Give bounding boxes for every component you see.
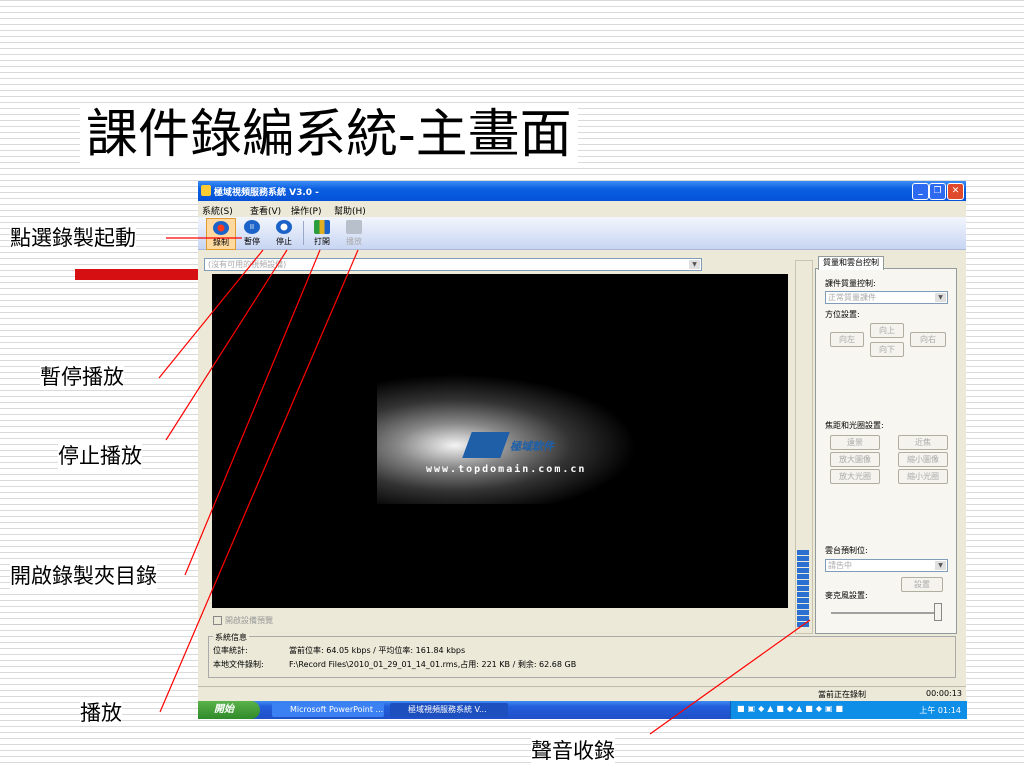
audio-level-segment [797, 580, 809, 585]
iris-up-button[interactable]: 放大光圈 [830, 469, 880, 484]
logo-brand: 極域軟件 [510, 440, 554, 453]
menu-operate[interactable]: 操作(P) [291, 204, 321, 217]
status-timer: 00:00:13 [926, 689, 962, 698]
system-info-group: 系統信息 位率統計: 當前位率: 64.05 kbps / 平均位率: 161.… [208, 632, 956, 678]
callout-stop: 停止播放 [58, 443, 142, 469]
audio-level-segment [797, 598, 809, 603]
focus-label: 焦距和光圈設置: [825, 421, 884, 430]
window-title: 極域視頻服務系統 V3.0 - [214, 188, 319, 198]
menu-system[interactable]: 系統(S) [202, 204, 233, 217]
menu-bar: 系統(S) 查看(V) 操作(P) 幫助(H) [198, 201, 966, 217]
decorative-red-bar [75, 269, 200, 280]
open-folder-button[interactable]: 打開 [308, 218, 336, 248]
bitrate-value: 當前位率: 64.05 kbps / 平均位率: 161.84 kbps [289, 646, 466, 655]
audio-level-segment [797, 610, 809, 615]
start-button[interactable]: 開始 [198, 701, 260, 719]
audio-level-segment [797, 568, 809, 573]
near-button[interactable]: 近焦 [898, 435, 948, 450]
video-source-combo[interactable]: (沒有可用的視頻設備) ▼ [204, 258, 702, 271]
minimize-button[interactable]: _ [912, 183, 929, 200]
callout-audio: 聲音收錄 [531, 738, 615, 764]
quality-combo[interactable]: 正常質量課件 ▼ [825, 291, 948, 304]
audio-level-segment [797, 622, 809, 627]
left-button[interactable]: 向左 [830, 332, 864, 347]
quality-label: 課件質量控制: [825, 279, 876, 288]
app-window: 極域視頻服務系統 V3.0 - _ ❐ ✕ 系統(S) 查看(V) 操作(P) … [198, 181, 966, 701]
preset-label: 雲台預制位: [825, 546, 868, 555]
iris-down-button[interactable]: 縮小光圈 [898, 469, 948, 484]
clock: 上午 01:14 [919, 706, 961, 715]
tray-icons[interactable]: ■▣◆▲■◆▲■◆▣■ [737, 704, 846, 713]
checkbox-icon[interactable] [213, 616, 222, 625]
preset-set-button[interactable]: 設置 [901, 577, 943, 592]
status-bar: 當前正在錄制 00:00:13 [198, 686, 966, 701]
task-powerpoint[interactable]: Microsoft PowerPoint ... [272, 703, 384, 717]
far-button[interactable]: 遠景 [830, 435, 880, 450]
system-tray: ■▣◆▲■◆▲■◆▣■ 上午 01:14 [730, 701, 967, 719]
tab-quality-ptz[interactable]: 質量和雲台控制 [818, 256, 884, 270]
play-button[interactable]: 播放 [340, 218, 368, 248]
file-label: 本地文件錄制: [213, 660, 264, 669]
audio-level-segment [797, 550, 809, 555]
audio-level-segment [797, 586, 809, 591]
taskbar: 開始 Microsoft PowerPoint ... 極域視頻服務系統 V..… [198, 701, 967, 719]
chevron-down-icon[interactable]: ▼ [935, 293, 946, 302]
slide-title: 課件錄編系統-主畫面 [80, 104, 578, 166]
preview-checkbox[interactable]: 開啟設備預覽 [213, 615, 273, 626]
chevron-down-icon[interactable]: ▼ [689, 260, 700, 269]
zoom-in-button[interactable]: 放大圖像 [830, 452, 880, 467]
stop-icon [276, 220, 292, 234]
mic-slider-handle[interactable] [934, 603, 942, 621]
zoom-out-button[interactable]: 縮小圖像 [898, 452, 948, 467]
audio-level-segment [797, 556, 809, 561]
video-preview: 極域軟件 www.topdomain.com.cn [212, 274, 788, 608]
file-value: F:\Record Files\2010_01_29_01_14_01.rms,… [289, 660, 577, 669]
callout-pause: 暫停播放 [40, 364, 124, 390]
title-bar[interactable]: 極域視頻服務系統 V3.0 - _ ❐ ✕ [198, 181, 966, 201]
up-button[interactable]: 向上 [870, 323, 904, 338]
toolbar: 錄制 II 暫停 停止 打開 播放 [198, 217, 966, 250]
bitrate-label: 位率統計: [213, 646, 248, 655]
task-video-service[interactable]: 極域視頻服務系統 V... [390, 703, 508, 717]
right-button[interactable]: 向右 [910, 332, 946, 347]
logo-url: www.topdomain.com.cn [426, 464, 587, 475]
restore-button[interactable]: ❐ [929, 183, 946, 200]
audio-level-segment [797, 592, 809, 597]
record-icon [213, 221, 229, 235]
callout-play: 播放 [80, 700, 122, 726]
mic-slider-track[interactable] [831, 612, 939, 614]
status-text: 當前正在錄制 [818, 690, 866, 699]
audio-level-segment [797, 604, 809, 609]
audio-level-segment [797, 616, 809, 621]
info-group-title: 系統信息 [213, 632, 249, 643]
record-button[interactable]: 錄制 [206, 218, 236, 250]
down-button[interactable]: 向下 [870, 342, 904, 357]
play-icon [346, 220, 362, 234]
menu-help[interactable]: 幫助(H) [334, 204, 366, 217]
app-icon [201, 185, 211, 196]
stop-button[interactable]: 停止 [270, 218, 298, 248]
menu-view[interactable]: 查看(V) [250, 204, 281, 217]
preset-combo[interactable]: 請告中 ▼ [825, 559, 948, 572]
audio-level-segment [797, 562, 809, 567]
direction-label: 方位設置: [825, 310, 860, 319]
chevron-down-icon[interactable]: ▼ [935, 561, 946, 570]
close-button[interactable]: ✕ [947, 183, 964, 200]
audio-level-segment [797, 574, 809, 579]
mic-label: 麥克風設置: [825, 591, 868, 600]
open-folder-icon [314, 220, 330, 234]
callout-record: 點選錄製起動 [10, 225, 136, 251]
callout-open-folder: 開啟錄製夾目錄 [10, 563, 157, 589]
pause-button[interactable]: II 暫停 [238, 218, 266, 248]
pause-icon: II [244, 220, 260, 234]
